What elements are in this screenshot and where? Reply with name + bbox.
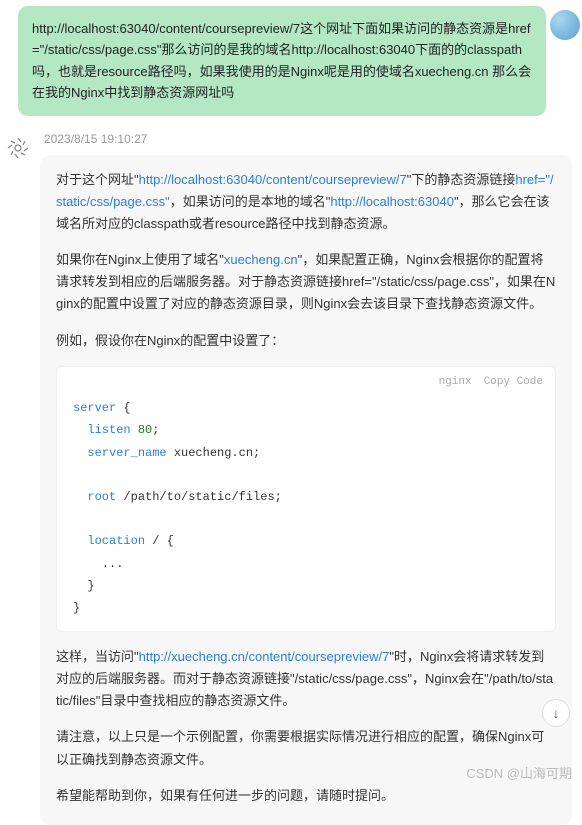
user-message: http://localhost:63040/content/coursepre… (18, 6, 546, 116)
ai-paragraph-6: 希望能帮助到你，如果有任何进一步的问题，请随时提问。 (56, 785, 556, 807)
arrow-down-icon: ↓ (553, 702, 560, 724)
link-url-2[interactable]: http://localhost:63040 (330, 194, 454, 209)
ai-paragraph-2: 如果你在Nginx上使用了域名"xuecheng.cn"，如果配置正确，Ngin… (56, 249, 556, 315)
user-msg-url: http://localhost:63040/content/coursepre… (32, 21, 300, 36)
code-language-label: nginx (439, 376, 472, 388)
code-block: nginx Copy Code server { listen 80; serve… (56, 366, 556, 633)
openai-icon (6, 136, 30, 160)
watermark: CSDN @山海可期 (466, 764, 572, 785)
ai-avatar (4, 134, 32, 162)
timestamp: 2023/8/15 19:10:27 (44, 130, 582, 149)
scroll-down-button[interactable]: ↓ (542, 699, 570, 727)
code-header: nginx Copy Code (57, 367, 555, 394)
ai-paragraph-3: 例如，假设你在Nginx的配置中设置了： (56, 330, 556, 352)
ai-message: 对于这个网址"http://localhost:63040/content/co… (40, 155, 572, 825)
link-url-3[interactable]: http://xuecheng.cn/content/coursepreview… (139, 649, 390, 664)
ai-paragraph-1: 对于这个网址"http://localhost:63040/content/co… (56, 169, 556, 235)
code-body: server { listen 80; server_name xuecheng… (57, 393, 555, 631)
link-domain[interactable]: xuecheng.cn (224, 252, 298, 267)
user-avatar (550, 10, 580, 40)
link-url-1[interactable]: http://localhost:63040/content/coursepre… (139, 172, 407, 187)
copy-code-button[interactable]: Copy Code (484, 376, 543, 388)
ai-paragraph-4: 这样，当访问"http://xuecheng.cn/content/course… (56, 646, 556, 712)
